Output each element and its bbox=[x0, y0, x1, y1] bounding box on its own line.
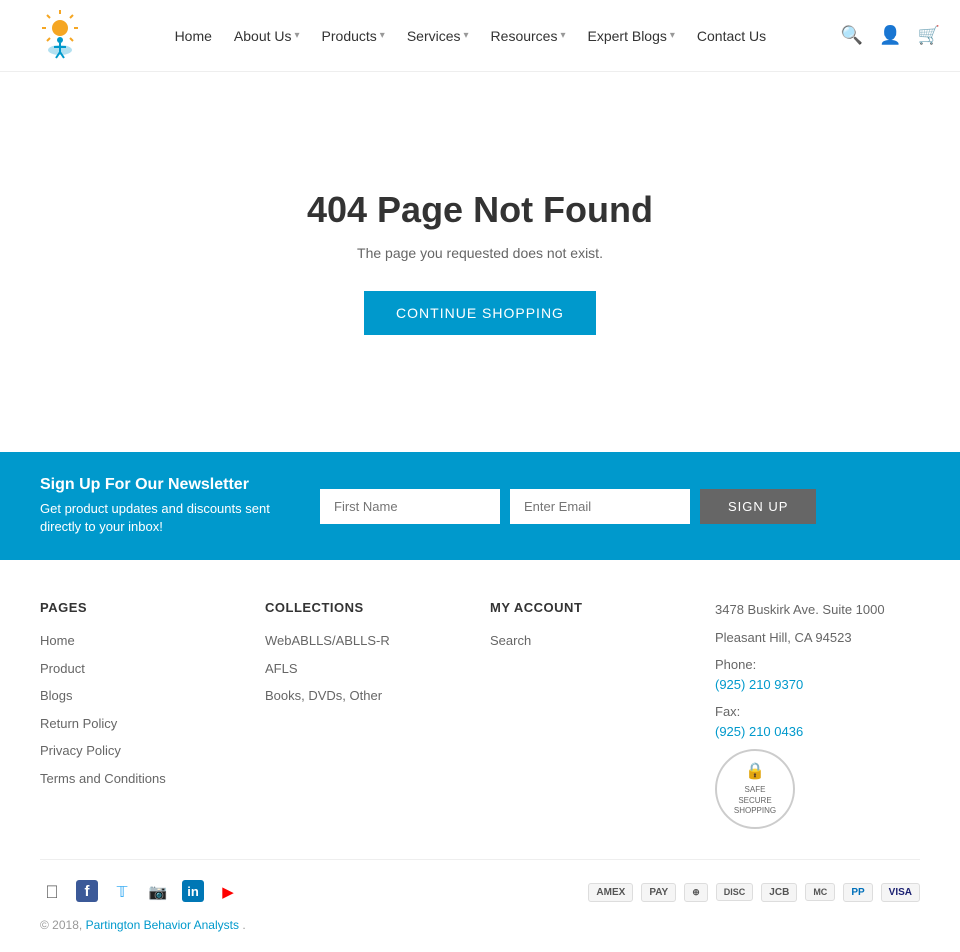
payment-icons: AMEX PAY ⊕ DISC JCB MC PP VISA bbox=[588, 883, 920, 902]
account-icon[interactable]: 👤 bbox=[879, 25, 901, 46]
footer-link-privacy-policy[interactable]: Privacy Policy bbox=[40, 741, 245, 761]
footer-link-terms[interactable]: Terms and Conditions bbox=[40, 769, 245, 789]
error-subtitle: The page you requested does not exist. bbox=[357, 245, 603, 261]
lock-icon: 🔒 bbox=[745, 762, 765, 783]
amex-payment-icon: AMEX bbox=[588, 883, 633, 902]
footer-account-col: MY ACCOUNT Search bbox=[490, 600, 695, 829]
site-footer: PAGES Home Product Blogs Return Policy P… bbox=[0, 560, 960, 952]
chevron-down-icon: ▾ bbox=[380, 30, 385, 41]
search-icon[interactable]: 🔍 bbox=[841, 25, 863, 46]
copyright-link[interactable]: Partington Behavior Analysts bbox=[86, 918, 239, 932]
discover-payment-icon: DISC bbox=[716, 883, 754, 901]
footer-contact-col: 3478 Buskirk Ave. Suite 1000 Pleasant Hi… bbox=[715, 600, 920, 829]
chevron-down-icon: ▾ bbox=[464, 30, 469, 41]
footer-phone-number[interactable]: (925) 210 9370 bbox=[715, 675, 920, 695]
footer-fax-number[interactable]: (925) 210 0436 bbox=[715, 722, 920, 742]
error-title: 404 Page Not Found bbox=[307, 189, 653, 231]
footer-address-line1: 3478 Buskirk Ave. Suite 1000 bbox=[715, 600, 920, 620]
nav-expert-blogs[interactable]: Expert Blogs ▾ bbox=[580, 24, 683, 48]
footer-link-blogs[interactable]: Blogs bbox=[40, 686, 245, 706]
newsletter-title: Sign Up For Our Newsletter bbox=[40, 476, 300, 494]
visa-payment-icon: VISA bbox=[881, 883, 920, 902]
nav-products[interactable]: Products ▾ bbox=[314, 24, 393, 48]
newsletter-description: Get product updates and discounts sent d… bbox=[40, 500, 300, 536]
footer-account-heading: MY ACCOUNT bbox=[490, 600, 695, 615]
footer-pages-heading: PAGES bbox=[40, 600, 245, 615]
footer-columns: PAGES Home Product Blogs Return Policy P… bbox=[40, 600, 920, 829]
footer-fax: Fax: (925) 210 0436 bbox=[715, 702, 920, 741]
continue-shopping-button[interactable]: CONTINUE SHOPPING bbox=[364, 291, 596, 335]
social-icons:  f 𝕋 📷 in ▶ bbox=[40, 880, 240, 904]
newsletter-text: Sign Up For Our Newsletter Get product u… bbox=[40, 476, 300, 536]
chevron-down-icon: ▾ bbox=[670, 30, 675, 41]
site-header: Home About Us ▾ Products ▾ Services ▾ Re… bbox=[0, 0, 960, 72]
logo[interactable] bbox=[20, 6, 100, 66]
footer-bottom:  f 𝕋 📷 in ▶ AMEX PAY ⊕ DISC JCB MC PP V… bbox=[40, 859, 920, 904]
cart-icon[interactable]: 🛒 bbox=[918, 25, 940, 46]
email-input[interactable] bbox=[510, 489, 690, 524]
footer-phone: Phone: (925) 210 9370 bbox=[715, 655, 920, 694]
nav-home[interactable]: Home bbox=[167, 24, 220, 48]
footer-link-webabl[interactable]: WebABLLS/ABLLS-R bbox=[265, 631, 470, 651]
header-icons: 🔍 👤 🛒 bbox=[841, 25, 940, 46]
footer-pages-col: PAGES Home Product Blogs Return Policy P… bbox=[40, 600, 245, 829]
footer-link-return-policy[interactable]: Return Policy bbox=[40, 714, 245, 734]
signup-button[interactable]: SIGN UP bbox=[700, 489, 816, 524]
twitter-icon[interactable]: 𝕋 bbox=[110, 880, 134, 904]
footer-collections-col: COLLECTIONS WebABLLS/ABLLS-R AFLS Books,… bbox=[265, 600, 470, 829]
instagram-icon[interactable]: 📷 bbox=[146, 880, 170, 904]
footer-link-home[interactable]: Home bbox=[40, 631, 245, 651]
paypal-payment-icon: PP bbox=[843, 883, 872, 902]
applepay-payment-icon: PAY bbox=[641, 883, 676, 902]
footer-link-books[interactable]: Books, DVDs, Other bbox=[265, 686, 470, 706]
chevron-down-icon: ▾ bbox=[560, 30, 565, 41]
footer-link-afls[interactable]: AFLS bbox=[265, 659, 470, 679]
footer-link-product[interactable]: Product bbox=[40, 659, 245, 679]
footer-link-search[interactable]: Search bbox=[490, 631, 695, 651]
footer-address-line2: Pleasant Hill, CA 94523 bbox=[715, 628, 920, 648]
safe-secure-badge: 🔒 SAFE SECURE SHOPPING bbox=[715, 749, 795, 829]
nav-contact-us[interactable]: Contact Us bbox=[689, 24, 774, 48]
footer-collections-heading: COLLECTIONS bbox=[265, 600, 470, 615]
chevron-down-icon: ▾ bbox=[295, 30, 300, 41]
youtube-icon[interactable]: ▶ bbox=[216, 880, 240, 904]
main-nav: Home About Us ▾ Products ▾ Services ▾ Re… bbox=[167, 24, 775, 48]
newsletter-fields: SIGN UP bbox=[320, 489, 920, 524]
facebook-icon[interactable]:  bbox=[40, 880, 64, 904]
logo-svg bbox=[20, 6, 100, 66]
facebook-icon[interactable]: f bbox=[76, 880, 98, 902]
mastercard-payment-icon: MC bbox=[805, 883, 835, 901]
copyright: © 2018, Partington Behavior Analysts . bbox=[40, 904, 920, 932]
nav-resources[interactable]: Resources ▾ bbox=[483, 24, 574, 48]
nav-about-us[interactable]: About Us ▾ bbox=[226, 24, 308, 48]
first-name-input[interactable] bbox=[320, 489, 500, 524]
dinersclub-payment-icon: ⊕ bbox=[684, 883, 708, 902]
linkedin-icon[interactable]: in bbox=[182, 880, 204, 902]
jcb-payment-icon: JCB bbox=[761, 883, 797, 902]
main-content: 404 Page Not Found The page you requeste… bbox=[0, 72, 960, 452]
nav-services[interactable]: Services ▾ bbox=[399, 24, 477, 48]
newsletter-banner: Sign Up For Our Newsletter Get product u… bbox=[0, 452, 960, 560]
